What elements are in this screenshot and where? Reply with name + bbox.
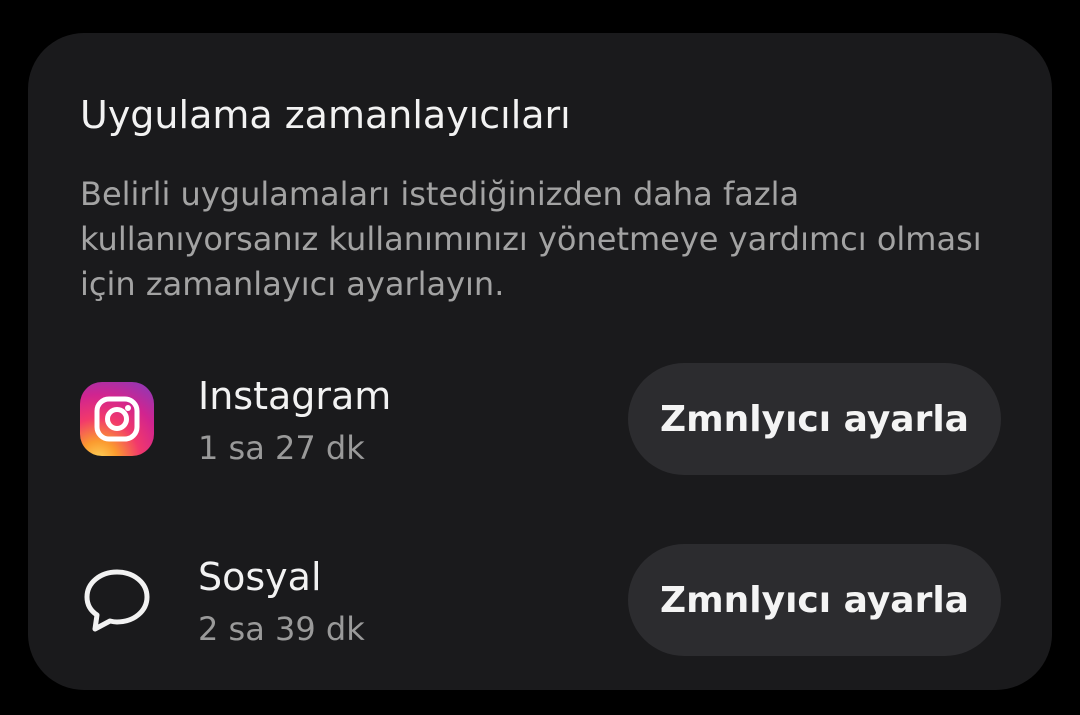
set-timer-button[interactable]: Zmnlyıcı ayarla xyxy=(628,363,1001,475)
instagram-icon xyxy=(80,382,154,456)
card-description: Belirli uygulamaları istediğinizden daha… xyxy=(80,175,982,303)
card-title: Uygulama zamanlayıcıları xyxy=(80,93,571,137)
chat-bubble-icon xyxy=(84,569,150,632)
app-row-instagram[interactable]: Instagram 1 sa 27 dk Zmnlyıcı ayarla xyxy=(28,363,1052,475)
app-usage-time: 1 sa 27 dk xyxy=(198,429,365,467)
app-name: Instagram xyxy=(198,374,392,418)
app-name: Sosyal xyxy=(198,555,322,599)
set-timer-button[interactable]: Zmnlyıcı ayarla xyxy=(628,544,1001,656)
app-timers-card: Uygulama zamanlayıcıları Belirli uygulam… xyxy=(28,33,1052,690)
app-usage-time: 2 sa 39 dk xyxy=(198,610,365,648)
app-row-sosyal[interactable]: Sosyal 2 sa 39 dk Zmnlyıcı ayarla xyxy=(28,544,1052,656)
